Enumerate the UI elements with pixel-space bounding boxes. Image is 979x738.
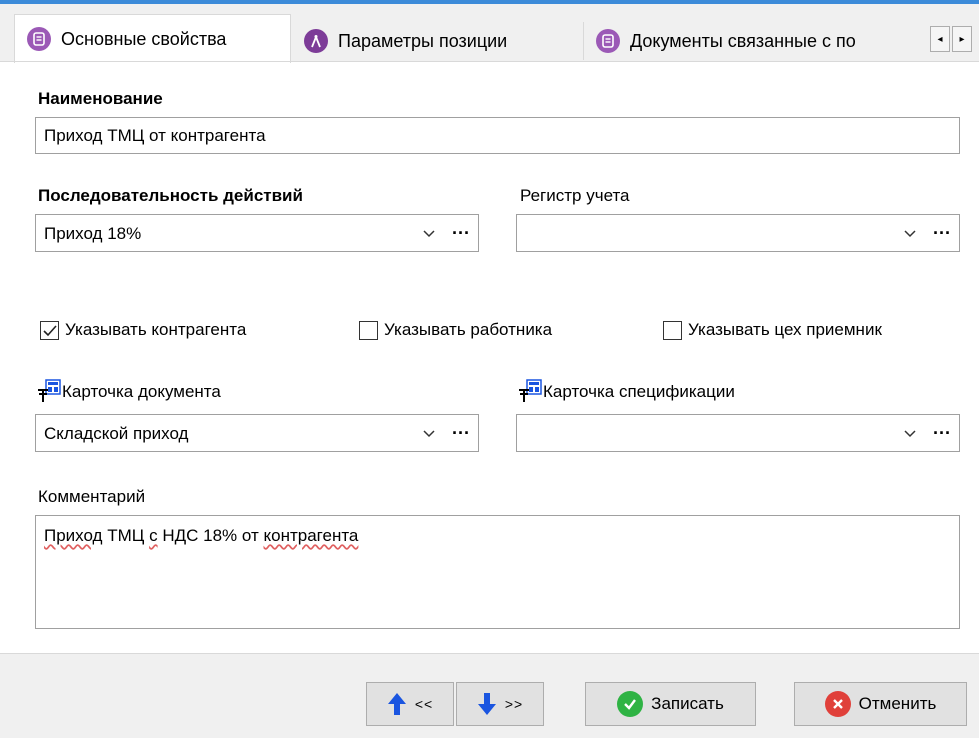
cancel-label: Отменить [858,694,937,713]
previous-button[interactable]: << [366,682,454,726]
tab-label: Документы связанные с по [630,30,856,51]
comment-word: НДС [162,526,199,545]
comment-word: от [241,526,259,545]
compass-icon [304,29,328,53]
doc-card-combo[interactable]: Складской приход ··· [35,414,479,452]
tab-strip-border [0,61,979,62]
contractor-checkbox[interactable] [40,321,59,340]
arrow-down-icon [477,693,496,715]
document-icon [27,27,51,51]
document-icon [596,29,620,53]
sequence-value: Приход 18% [44,224,142,243]
register-browse-button[interactable]: ··· [929,220,955,246]
name-field[interactable]: Приход ТМЦ от контрагента [35,117,960,154]
doc-card-label: Карточка документа [62,382,221,401]
close-circle-icon [824,691,851,717]
comment-field[interactable]: Приход ТМЦ с НДС 18% от контрагента [35,515,960,629]
tab-scroll-right-button[interactable]: ▸ [952,26,972,52]
workshop-checkbox[interactable] [663,321,682,340]
tab-label: Параметры позиции [338,30,508,51]
chevron-down-icon[interactable] [420,224,438,242]
spec-card-label: Карточка спецификации [543,382,735,401]
spec-card-browse-button[interactable]: ··· [929,420,955,446]
chevron-down-icon[interactable] [901,424,919,442]
check-icon [43,325,57,337]
tab-position-params[interactable]: Параметры позиции [292,20,582,62]
tab-main-properties[interactable]: Основные свойства [14,14,291,63]
tab-related-documents[interactable]: Документы связанные с по [584,20,928,62]
register-label: Регистр учета [520,186,630,205]
card-filter-icon [519,379,542,402]
spec-card-combo[interactable]: ··· [516,414,960,452]
chevron-down-icon[interactable] [901,224,919,242]
next-label: >> [504,696,524,712]
cancel-button[interactable]: Отменить [794,682,967,726]
arrow-left-icon: ◂ [937,33,943,45]
window-top-border [0,0,979,4]
card-filter-icon [38,379,61,402]
comment-label: Комментарий [38,487,146,506]
doc-card-value: Складской приход [44,424,189,443]
sequence-combo[interactable]: Приход 18% ··· [35,214,479,252]
contractor-checkbox-label[interactable]: Указывать контрагента [65,320,246,340]
tab-scroll-left-button[interactable]: ◂ [930,26,950,52]
check-circle-icon [617,691,644,717]
comment-word: Приход [44,526,103,545]
comment-word: с [149,526,158,545]
tab-label: Основные свойства [61,28,227,49]
name-label: Наименование [38,89,163,108]
save-label: Записать [651,694,724,713]
workshop-checkbox-label[interactable]: Указывать цех приемник [688,320,882,340]
employee-checkbox-label[interactable]: Указывать работника [384,320,552,340]
comment-word: контрагента [263,526,359,545]
employee-checkbox[interactable] [359,321,378,340]
sequence-label: Последовательность действий [38,186,303,205]
comment-word: 18% [203,526,238,545]
save-button[interactable]: Записать [585,682,756,726]
doc-card-browse-button[interactable]: ··· [448,420,474,446]
register-combo[interactable]: ··· [516,214,960,252]
arrow-up-icon [387,693,406,715]
footer-border [0,653,979,654]
next-button[interactable]: >> [456,682,544,726]
sequence-browse-button[interactable]: ··· [448,220,474,246]
comment-word: ТМЦ [107,526,145,545]
chevron-down-icon[interactable] [420,424,438,442]
previous-label: << [414,696,434,712]
arrow-right-icon: ▸ [959,33,965,45]
